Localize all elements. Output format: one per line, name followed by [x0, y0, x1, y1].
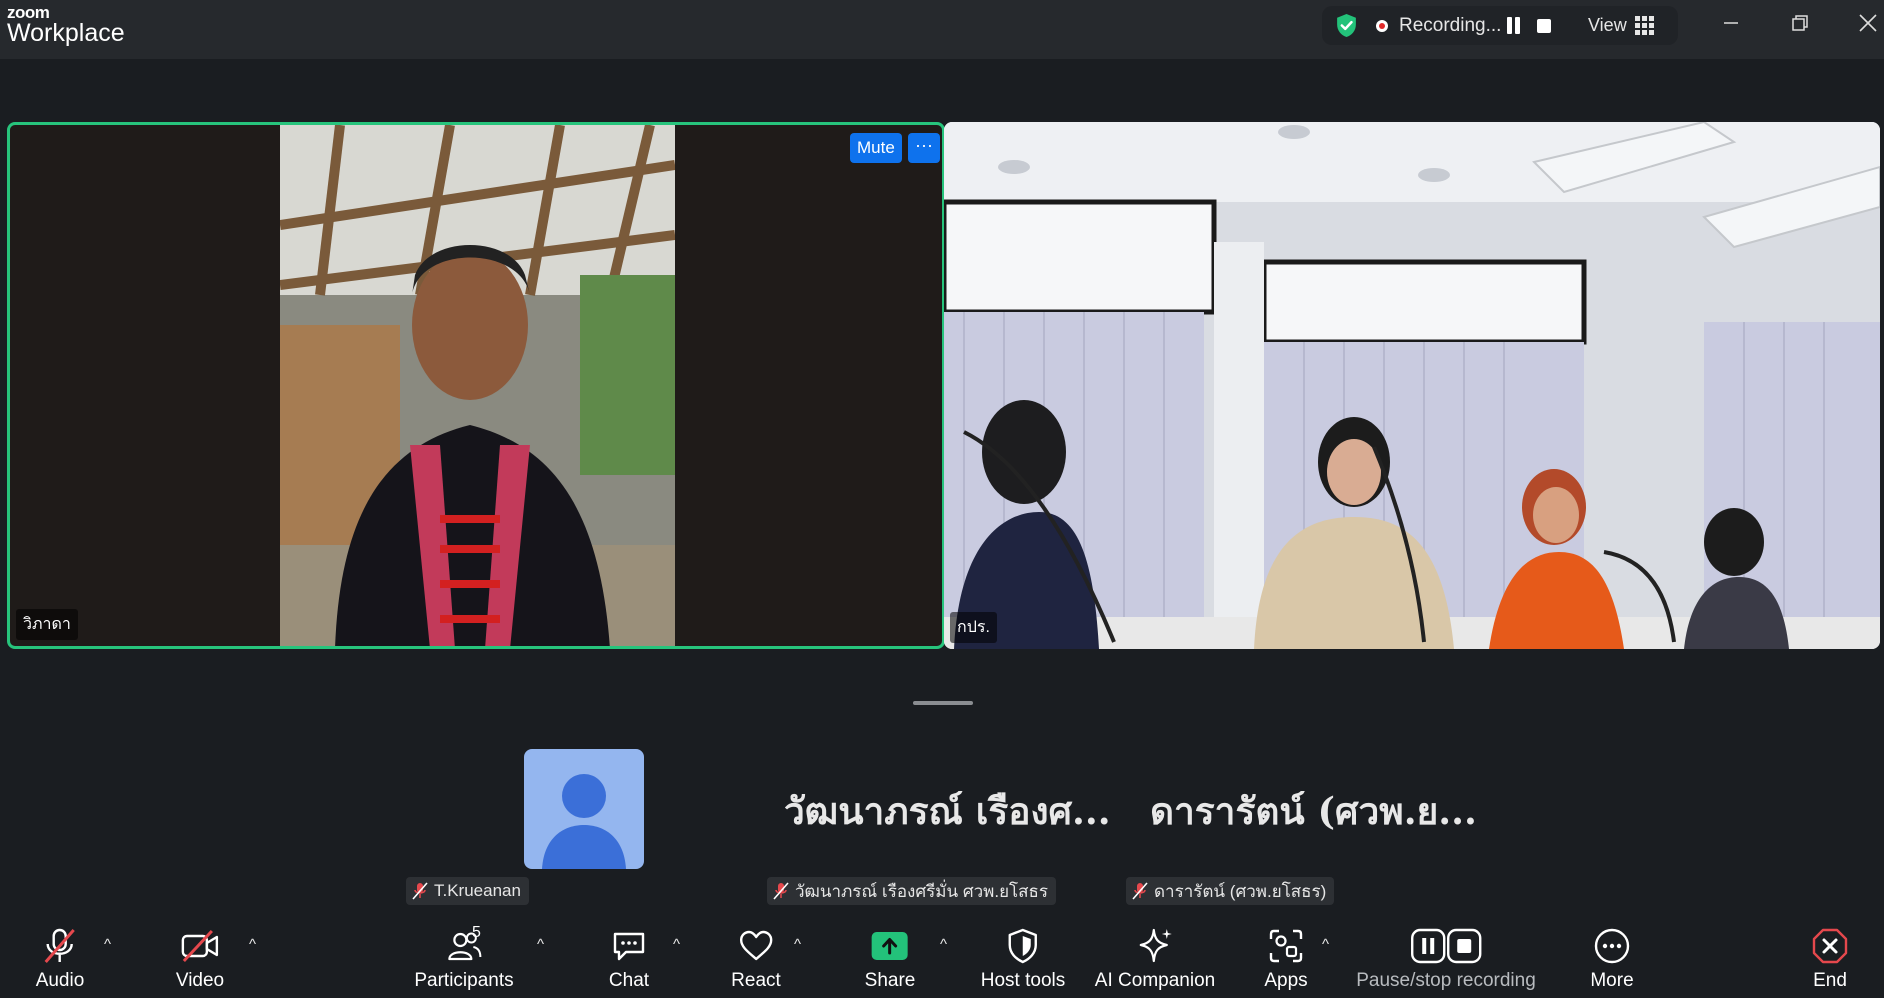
participant-display-name: ดารารัตน์ (ศวพ.ย...	[1150, 789, 1477, 833]
restore-button[interactable]	[1780, 8, 1820, 38]
close-button[interactable]	[1848, 8, 1884, 38]
ai-companion-label: AI Companion	[1094, 970, 1216, 991]
pause-stop-recording-label: Pause/stop recording	[1356, 970, 1536, 991]
title-bar: zoom Workplace Recording... View	[0, 0, 1884, 59]
end-meeting-icon	[1812, 928, 1848, 964]
participant-label-text: ดารารัตน์ (ศวพ.ยโสธร)	[1154, 881, 1327, 901]
stop-recording-icon[interactable]	[1537, 19, 1551, 33]
audio-label: Audio	[35, 970, 85, 991]
host-tools-label: Host tools	[980, 970, 1066, 991]
mic-muted-icon	[412, 882, 428, 900]
participant-label: ดารารัตน์ (ศวพ.ยโสธร)	[1126, 877, 1335, 905]
participant-label: T.Krueanan	[406, 877, 529, 905]
pause-stop-recording-button[interactable]: Pause/stop recording	[1356, 926, 1536, 992]
participant-name-tag: วิภาดา	[16, 609, 78, 640]
apps-button[interactable]: Apps	[1264, 926, 1308, 992]
participant-name-tag: กปร.	[950, 612, 997, 643]
avatar[interactable]	[524, 749, 644, 869]
mic-muted-icon	[1132, 882, 1148, 900]
participants-count: 5	[472, 924, 481, 941]
participants-button[interactable]: 5 Participants	[414, 924, 514, 992]
meeting-toolbar: Audio ^ Video ^ 5 Participants ^ Chat ^ …	[0, 912, 1884, 998]
video-options-chevron-icon[interactable]: ^	[249, 936, 256, 953]
ai-companion-button[interactable]: AI Companion	[1095, 926, 1215, 992]
recording-status-text: Recording...	[1399, 15, 1502, 36]
mute-participant-button[interactable]: Mute	[850, 133, 902, 163]
participants-options-chevron-icon[interactable]: ^	[537, 936, 544, 953]
sparkle-icon	[1139, 928, 1172, 963]
heart-icon	[739, 930, 773, 961]
participant-label-text: วัฒนาภรณ์ เรืองศรีมั่น ศวพ.ยโสธร	[795, 881, 1049, 901]
video-tile-room[interactable]: กปร.	[944, 122, 1880, 649]
tile-more-options-button[interactable]: ···	[908, 133, 940, 163]
audio-button[interactable]: Audio	[35, 926, 85, 992]
react-button[interactable]: React	[731, 926, 781, 992]
app-logo: zoom Workplace	[7, 4, 125, 46]
minimize-icon	[1724, 22, 1738, 24]
share-options-chevron-icon[interactable]: ^	[940, 936, 947, 953]
close-icon	[1859, 14, 1877, 32]
more-button[interactable]: More	[1590, 926, 1634, 992]
brand-workplace: Workplace	[7, 19, 125, 47]
end-label: End	[1813, 970, 1847, 991]
shield-icon	[1008, 928, 1038, 964]
video-label: Video	[175, 970, 225, 991]
video-tile-active-speaker[interactable]: Mute ··· วิภาดา	[7, 122, 945, 649]
more-icon	[1594, 928, 1630, 964]
mic-muted-icon	[44, 928, 76, 963]
video-off-icon	[181, 929, 219, 963]
apps-icon	[1269, 929, 1303, 963]
audio-options-chevron-icon[interactable]: ^	[104, 936, 111, 953]
share-button[interactable]: Share	[864, 926, 916, 992]
room-video-feed	[944, 122, 1880, 649]
pause-recording-icon[interactable]	[1507, 17, 1521, 34]
participant-video-feed	[280, 125, 675, 646]
chat-icon	[613, 932, 645, 961]
participant-label: วัฒนาภรณ์ เรืองศรีมั่น ศวพ.ยโสธร	[767, 877, 1057, 905]
gallery-grid-icon	[1634, 16, 1654, 35]
video-button[interactable]: Video	[176, 926, 224, 992]
share-label: Share	[864, 970, 916, 991]
default-user-icon	[542, 774, 626, 869]
react-options-chevron-icon[interactable]: ^	[794, 936, 801, 953]
participants-label: Participants	[414, 970, 514, 991]
more-label: More	[1590, 970, 1634, 991]
recording-dot-icon	[1376, 20, 1388, 32]
encryption-shield-icon[interactable]	[1334, 13, 1359, 38]
mic-muted-icon	[773, 882, 789, 900]
participant-display-name: วัฒนาภรณ์ เรืองศ...	[784, 789, 1111, 833]
host-tools-button[interactable]: Host tools	[981, 926, 1065, 992]
share-arrow-icon	[882, 938, 898, 955]
apps-options-chevron-icon[interactable]: ^	[1322, 936, 1329, 953]
view-button[interactable]: View	[1588, 15, 1654, 36]
resize-drag-handle[interactable]	[913, 701, 973, 705]
chat-label: Chat	[608, 970, 650, 991]
view-label: View	[1588, 15, 1627, 35]
pause-stop-recording-icon	[1410, 928, 1482, 964]
chat-button[interactable]: Chat	[607, 926, 651, 992]
chat-options-chevron-icon[interactable]: ^	[673, 936, 680, 953]
restore-icon	[1792, 15, 1808, 31]
participant-label-text: T.Krueanan	[434, 881, 521, 900]
react-label: React	[731, 970, 781, 991]
minimize-button[interactable]	[1711, 8, 1751, 38]
recording-status-bar: Recording... View	[1322, 6, 1678, 45]
end-meeting-button[interactable]: End	[1808, 926, 1852, 992]
apps-label: Apps	[1264, 970, 1308, 991]
